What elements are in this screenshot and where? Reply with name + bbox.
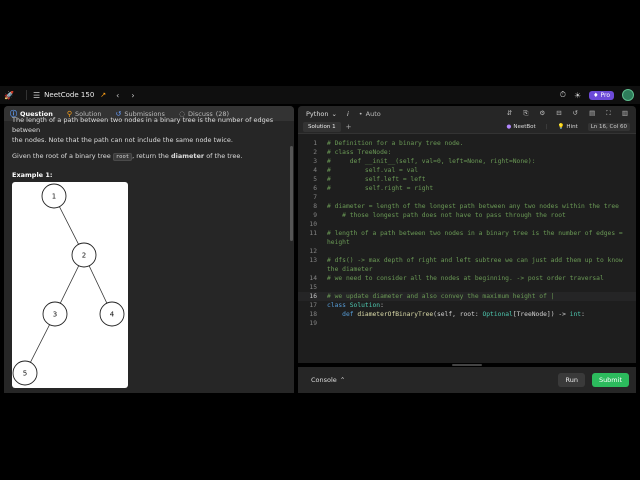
layout-icon[interactable]: ⊟ [556,109,561,118]
code-line: 8 # diameter = length of the longest path… [313,203,619,210]
run-button[interactable]: Run [558,373,585,387]
premium-badge[interactable]: ♦ Pro [589,90,614,100]
code-line: 4 # self.val = val [313,167,418,174]
code-line: 2 # class TreeNode: [313,149,392,156]
tree-node-label-3: 3 [53,311,57,319]
reset-icon[interactable]: ↺ [573,109,578,118]
code-line: 9 # those longest path does not have to … [313,212,566,219]
tree-node-label-4: 4 [110,311,115,319]
lightning-icon: • [358,109,363,118]
code-line: 5 # self.left = left [313,176,426,183]
editor-panel: Python ⌄ i • Auto ⇵ ⎘ ⚙ ⊟ ↺ ▤ ⛶ ▥ Soluti… [298,106,636,363]
chevron-down-icon: ⌄ [331,109,337,118]
notes-icon[interactable]: ▤ [589,109,595,118]
code-line: 19 [309,320,317,327]
autocomplete-toggle[interactable]: • Auto [359,110,381,118]
rocket-logo-icon[interactable]: 🚀 [4,91,18,100]
language-select[interactable]: Python ⌄ [306,110,337,118]
bookmark-icon[interactable]: ⎘ [523,109,528,118]
code-line-wrap: height [327,239,350,246]
code-line: 10 [309,221,317,228]
code-line-current: 16 # we update diameter and also convey t… [298,292,636,301]
prev-problem-icon[interactable]: ‹ [116,91,119,100]
code-line: 7 [313,194,317,201]
tree-svg: 1 2 3 4 5 [12,183,125,386]
inline-code-root: root [112,153,133,161]
problem-description: The length of a path between two nodes i… [4,115,294,180]
code-line: 17 class Solution: [309,302,384,309]
desc-paragraph-1: The length of a path between two nodes i… [12,116,274,144]
info-italic-icon[interactable]: i [347,110,349,118]
tree-node-label-2: 2 [82,252,86,260]
nav-divider [26,90,27,100]
top-navbar: 🚀 ☰ NeetCode 150 ↗ ‹ › ⏱ ☀ ♦ Pro [0,86,640,104]
code-editor[interactable]: 1 # Definition for a binary tree node. 2 #… [298,136,636,363]
neetbot-icon: ● [506,124,512,130]
console-toggle[interactable]: Console ⌃ [311,376,345,384]
tree-node-label-1: 1 [52,193,56,201]
code-line: 13 # dfs() -> max depth of right and left… [309,257,623,264]
add-tab-icon[interactable]: + [346,123,352,131]
external-link-icon[interactable]: ↗ [100,91,106,99]
code-line-wrap: the diameter [327,266,373,273]
editor-tools: ⇵ ⎘ ⚙ ⊟ ↺ ▤ ⛶ ▥ [507,109,628,118]
theme-toggle-icon[interactable]: ☀ [574,91,581,100]
tree-node-label-5: 5 [23,370,27,378]
code-line: 14 # we need to consider all the nodes at… [309,275,604,282]
problem-list-name: NeetCode 150 [44,91,95,99]
format-icon[interactable]: ⇵ [507,109,512,118]
editor-sub-right: ● NeetBot | 💡 Hint Ln 16, Col 60 [507,123,630,131]
code-line: 18 def diameterOfBinaryTree(self, root: … [309,311,585,318]
solution-tabs: Solution 1 + ● NeetBot | 💡 Hint Ln 16, C… [298,121,636,134]
next-problem-icon[interactable]: › [131,91,134,100]
nav-right-group: ⏱ ☀ ♦ Pro [560,89,634,101]
problem-list-selector[interactable]: ☰ NeetCode 150 ↗ [33,91,106,100]
code-line: 11 # length of a path between two nodes i… [309,230,623,237]
chevron-up-icon: ⌃ [339,376,346,384]
code-line: 1 # Definition for a binary tree node. [313,140,464,147]
editor-toolbar: Python ⌄ i • Auto ⇵ ⎘ ⚙ ⊟ ↺ ▤ ⛶ ▥ [298,106,636,121]
console-bar: Console ⌃ Run Submit [298,367,636,393]
list-icon: ☰ [33,90,41,100]
hint-button[interactable]: 💡 Hint [558,124,578,130]
code-line: 15 [309,284,317,291]
submit-button[interactable]: Submit [591,373,629,387]
panel-resize-handle[interactable] [452,364,482,366]
maximize-icon[interactable]: ⛶ [606,109,611,118]
timer-icon[interactable]: ⏱ [560,90,566,100]
cursor-position: Ln 16, Col 60 [587,123,630,131]
code-line: 3 # def __init__(self, val=0, left=None, … [313,158,536,165]
letterbox-top [0,0,640,86]
tab-solution-1[interactable]: Solution 1 [303,122,341,132]
example-tree-diagram: 1 2 3 4 5 [12,182,128,388]
user-avatar[interactable] [622,89,634,101]
desc-paragraph-2: Given the root of a binary tree root, re… [12,152,243,161]
problem-nav-arrows: ‹ › [116,91,134,100]
example-title: Example 1: [12,171,53,179]
code-line: 12 [309,248,317,255]
divider: | [545,124,548,130]
sidebar-icon[interactable]: ▥ [622,109,628,118]
description-scrollbar[interactable] [290,146,293,241]
settings-icon[interactable]: ⚙ [539,109,545,118]
code-line: 6 # self.right = right [313,185,434,192]
neetbot-button[interactable]: ● NeetBot [507,124,536,130]
bulb-icon: 💡 [557,124,565,130]
letterbox-bottom [0,393,640,480]
